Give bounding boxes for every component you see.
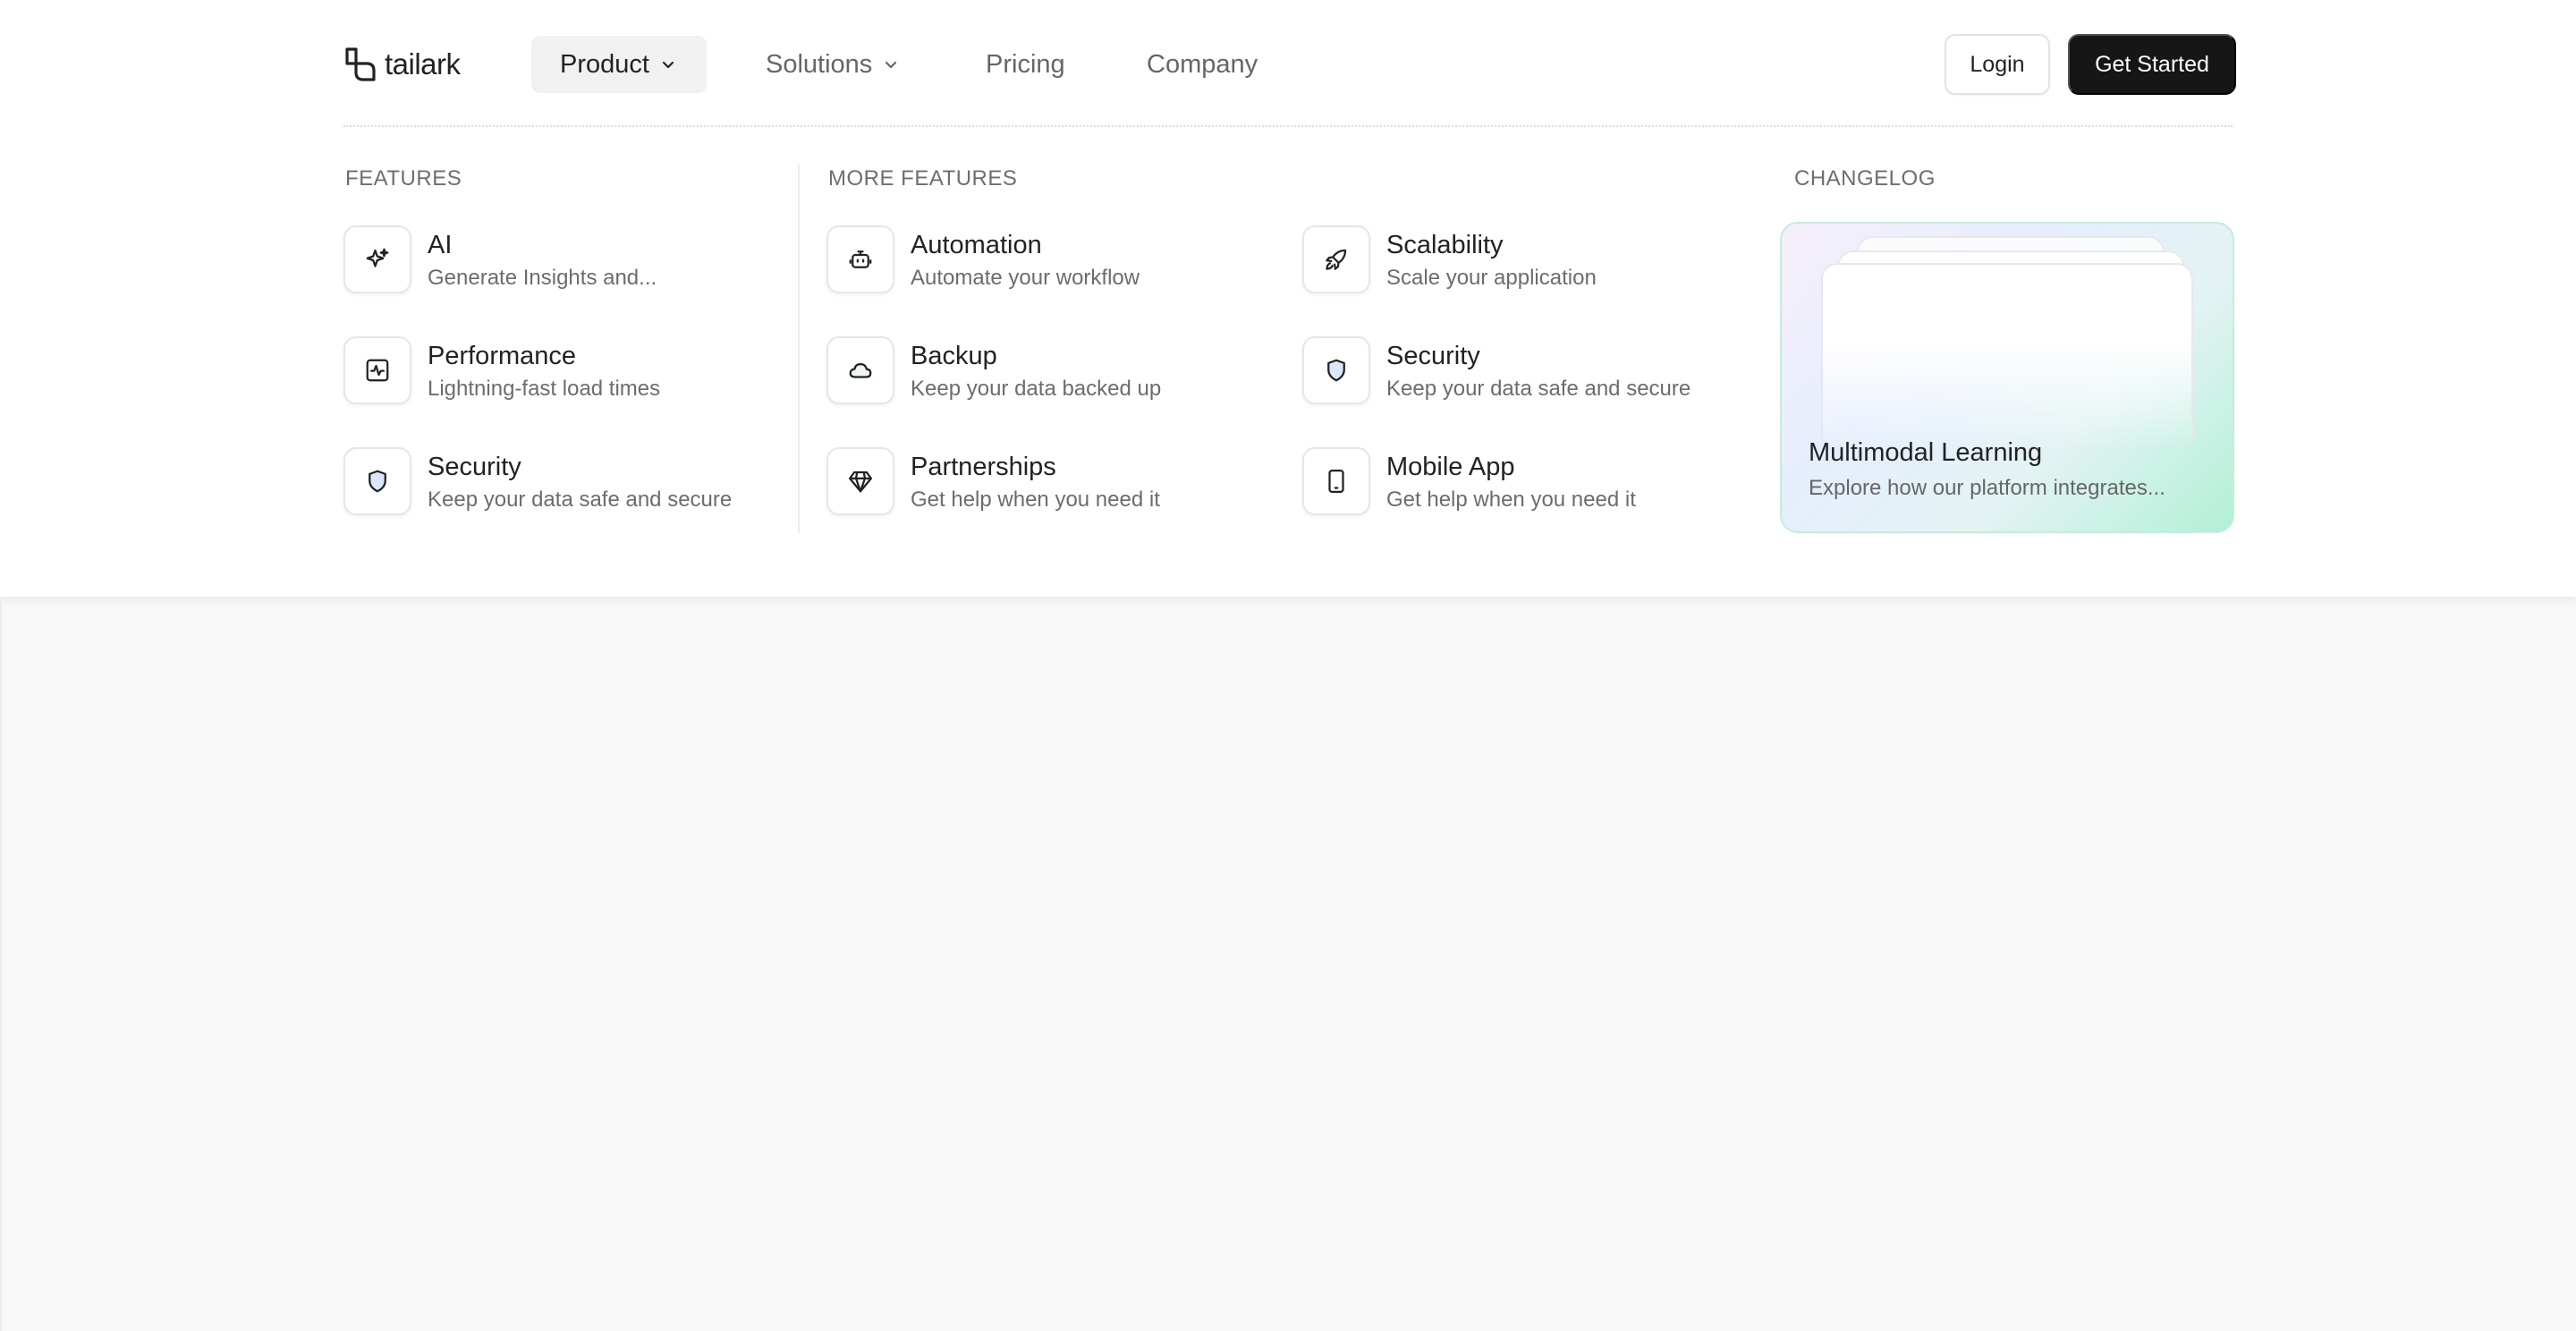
changelog-heading: CHANGELOG xyxy=(1794,166,1936,191)
menu-item-title: Scalability xyxy=(1386,231,1504,259)
chevron-down-icon xyxy=(662,61,674,69)
menu-item-mobile-app[interactable]: Mobile App Get help when you need it xyxy=(1302,447,1636,519)
menu-item-security-2[interactable]: Security Keep your data safe and secure xyxy=(1302,336,1690,408)
menu-item-title: Partnerships xyxy=(911,453,1056,481)
login-button[interactable]: Login xyxy=(1945,34,2050,95)
menu-item-performance[interactable]: Performance Lightning-fast load times xyxy=(343,336,660,408)
more-features-heading: MORE FEATURES xyxy=(828,166,1018,191)
nav-pricing-label: Pricing xyxy=(986,49,1065,79)
get-started-button[interactable]: Get Started xyxy=(2068,34,2236,95)
nav-solutions-label: Solutions xyxy=(766,49,873,79)
column-divider xyxy=(798,165,800,533)
menu-item-desc: Get help when you need it xyxy=(911,487,1160,512)
features-heading: FEATURES xyxy=(345,166,462,191)
menu-item-desc: Keep your data backed up xyxy=(911,377,1162,401)
bot-icon xyxy=(849,250,872,268)
menu-item-desc: Keep your data safe and secure xyxy=(1386,377,1691,401)
changelog-card-title: Multimodal Learning xyxy=(1809,438,2043,467)
gem-icon xyxy=(849,471,872,493)
nav-company-label: Company xyxy=(1147,49,1258,79)
menu-item-title: Mobile App xyxy=(1386,453,1515,481)
menu-item-title: Security xyxy=(1386,342,1480,370)
menu-item-title: Performance xyxy=(428,342,577,370)
brand-logo[interactable]: tailark xyxy=(343,43,461,86)
nav-solutions[interactable]: Solutions xyxy=(766,36,899,93)
menu-item-partnerships[interactable]: Partnerships Get help when you need it xyxy=(826,447,1160,519)
menu-item-title: Automation xyxy=(911,231,1042,259)
rocket-icon xyxy=(1326,249,1347,270)
nav-pricing[interactable]: Pricing xyxy=(986,36,1065,93)
menu-item-automation[interactable]: Automation Automate your workflow xyxy=(826,225,1140,297)
nav-company[interactable]: Company xyxy=(1147,36,1258,93)
menu-item-title: Security xyxy=(428,453,521,481)
card-stack-front xyxy=(1821,263,2193,451)
menu-item-desc: Keep your data safe and secure xyxy=(428,487,733,512)
menu-item-desc: Automate your workflow xyxy=(911,266,1140,290)
sparkles-icon xyxy=(366,248,389,267)
page-left-border xyxy=(0,598,2,1331)
product-mega-menu-panel: tailark Product Solutions Pricing Compan… xyxy=(0,0,2576,598)
cloud-icon xyxy=(849,363,872,378)
changelog-card-desc: Explore how our platform integrates... xyxy=(1809,476,2165,500)
shield-icon xyxy=(1327,359,1345,382)
menu-item-backup[interactable]: Backup Keep your data backed up xyxy=(826,336,1161,408)
menu-item-title: AI xyxy=(428,231,453,259)
changelog-card[interactable]: Multimodal Learning Explore how our plat… xyxy=(1780,222,2234,533)
menu-item-desc: Scale your application xyxy=(1386,266,1597,290)
menu-item-scalability[interactable]: Scalability Scale your application xyxy=(1302,225,1597,297)
menu-item-desc: Lightning-fast load times xyxy=(428,377,661,401)
nav-product[interactable]: Product xyxy=(531,36,707,93)
shield-icon xyxy=(369,470,386,493)
brand-name: tailark xyxy=(385,47,461,81)
tailark-logo-icon xyxy=(345,47,376,81)
header-divider xyxy=(343,125,2233,127)
chevron-down-icon xyxy=(886,61,897,69)
menu-item-ai[interactable]: AI Generate Insights and... xyxy=(343,225,657,297)
menu-item-desc: Generate Insights and... xyxy=(428,266,657,290)
menu-item-security[interactable]: Security Keep your data safe and secure xyxy=(343,447,732,519)
activity-icon xyxy=(366,359,389,382)
menu-item-desc: Get help when you need it xyxy=(1386,487,1636,512)
smartphone-icon xyxy=(1328,470,1344,493)
nav-product-label: Product xyxy=(560,49,649,79)
menu-item-title: Backup xyxy=(911,342,997,370)
